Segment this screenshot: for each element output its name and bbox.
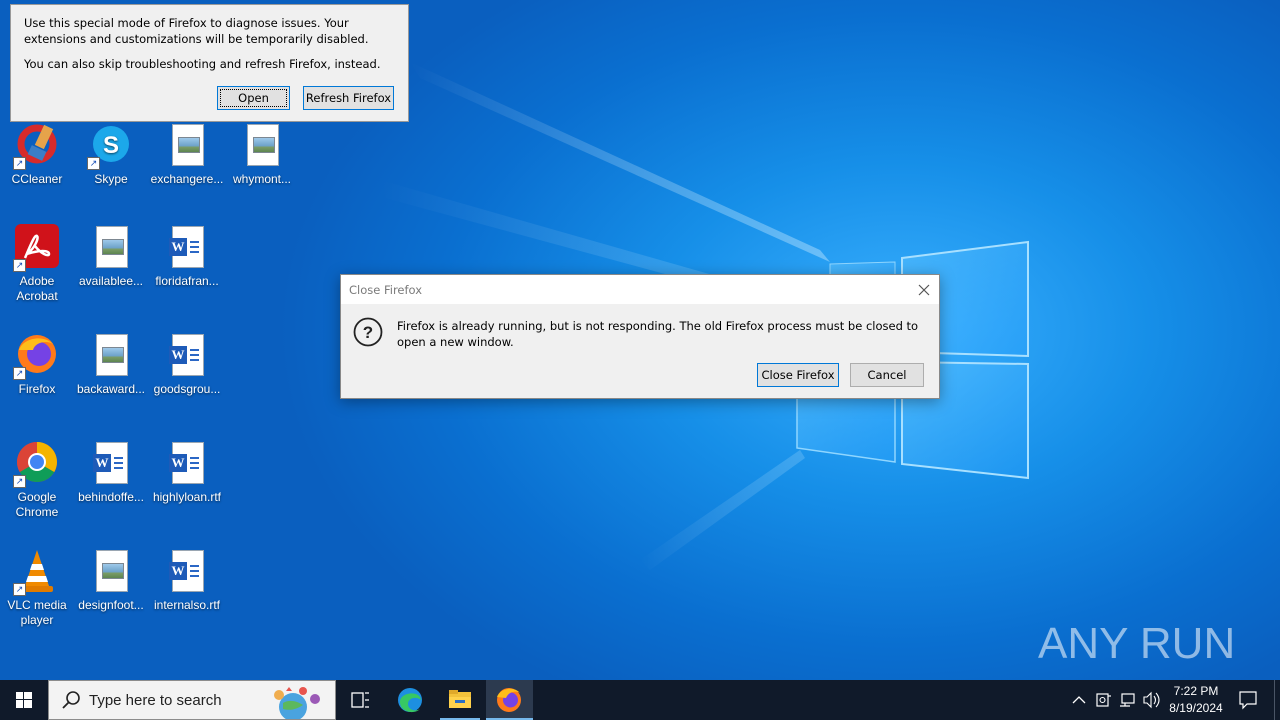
chrome-icon: ↗	[13, 440, 61, 488]
troubleshoot-refresh-hint: You can also skip troubleshooting and re…	[24, 57, 381, 71]
image-file-icon	[163, 122, 211, 170]
word-file-icon: W	[163, 440, 211, 488]
clock[interactable]: 7:22 PM 8/19/2024	[1164, 680, 1228, 720]
desktop-icon-label: goodsgrou...	[153, 382, 221, 396]
cancel-button[interactable]: Cancel	[850, 363, 924, 387]
device-icon	[1096, 693, 1111, 707]
edge-icon	[398, 688, 422, 713]
firefox-icon: ↗	[13, 332, 61, 380]
notification-icon	[1239, 691, 1257, 710]
file-explorer-icon	[449, 690, 471, 708]
svg-text:?: ?	[363, 323, 373, 342]
desktop-icon-label: VLC media player	[7, 598, 67, 627]
desktop-icon-adobe-acrobat[interactable]: ↗ Adobe Acrobat	[0, 224, 75, 304]
task-view-icon	[351, 692, 369, 708]
taskbar: Type here to search 7:22 PM 8/19/2024	[0, 680, 1280, 720]
desktop-icon-label: designfoot...	[78, 598, 144, 612]
network-button[interactable]	[1116, 680, 1138, 720]
windows-icon	[16, 692, 32, 708]
desktop-icon-floridafran[interactable]: W floridafran...	[149, 224, 225, 289]
open-button[interactable]: Open	[217, 86, 290, 110]
dialog-title: Close Firefox	[349, 283, 423, 297]
clock-time: 7:22 PM	[1173, 684, 1219, 698]
volume-icon	[1143, 691, 1160, 709]
desktop-icon-whymont[interactable]: whymont...	[224, 122, 300, 187]
desktop-icon-label: behindoffe...	[78, 490, 144, 504]
desktop-icon-exchangere[interactable]: exchangere...	[149, 122, 225, 187]
desktop-icon-label: highlyloan.rtf	[152, 490, 222, 504]
question-icon: ?	[353, 317, 383, 347]
desktop-icon-internalso[interactable]: W internalso.rtf	[149, 548, 225, 613]
desktop-icon-designfoot[interactable]: designfoot...	[73, 548, 149, 613]
search-highlight-icon	[274, 687, 320, 719]
image-file-icon	[238, 122, 286, 170]
task-view-button[interactable]	[336, 680, 384, 720]
desktop-icon-label: Firefox	[18, 382, 56, 396]
word-file-icon: W	[163, 332, 211, 380]
troubleshoot-description: Use this special mode of Firefox to diag…	[24, 16, 369, 46]
image-file-icon	[87, 332, 135, 380]
edge-taskbar-button[interactable]	[386, 680, 434, 720]
desktop-icon-backaward[interactable]: backaward...	[73, 332, 149, 397]
desktop-icon-label: CCleaner	[11, 172, 63, 186]
firefox-taskbar-button[interactable]	[486, 680, 533, 720]
desktop-icon-label: Skype	[94, 172, 128, 186]
start-button[interactable]	[0, 680, 48, 720]
dialog-titlebar[interactable]: Close Firefox	[341, 275, 939, 304]
search-icon	[62, 691, 80, 709]
desktop-icon-behindoffe[interactable]: W behindoffe...	[73, 440, 149, 505]
close-icon	[918, 284, 930, 296]
network-icon	[1120, 693, 1135, 707]
dialog-message: Firefox is already running, but is not r…	[397, 319, 919, 349]
taskbar-search-box[interactable]: Type here to search	[48, 680, 336, 720]
vlc-icon: ↗	[13, 548, 61, 596]
volume-button[interactable]	[1140, 680, 1162, 720]
desktop-icon-label: Adobe Acrobat	[16, 274, 58, 303]
desktop-icon-ccleaner[interactable]: ↗ CCleaner	[0, 122, 75, 187]
skype-icon: S ↗	[87, 122, 135, 170]
close-firefox-dialog: Close Firefox ? Firefox is already runni…	[340, 274, 940, 399]
desktop-icon-highlyloan[interactable]: W highlyloan.rtf	[149, 440, 225, 505]
clock-date: 8/19/2024	[1169, 701, 1223, 715]
desktop-icon-vlc[interactable]: ↗ VLC media player	[0, 548, 75, 628]
word-file-icon: W	[163, 548, 211, 596]
anyrun-watermark: ANY RUN	[1038, 619, 1235, 668]
acrobat-icon: ↗	[13, 224, 61, 272]
dialog-close-button[interactable]	[909, 275, 939, 304]
tray-device-button[interactable]	[1092, 680, 1114, 720]
word-file-icon: W	[163, 224, 211, 272]
desktop-icon-google-chrome[interactable]: ↗ Google Chrome	[0, 440, 75, 520]
watermark-text: ANY RUN	[1038, 619, 1235, 668]
action-center-button[interactable]	[1234, 680, 1262, 720]
desktop-icon-label: backaward...	[76, 382, 146, 396]
file-explorer-taskbar-button[interactable]	[436, 680, 484, 720]
desktop-icon-label: internalso.rtf	[153, 598, 221, 612]
search-placeholder: Type here to search	[89, 692, 222, 709]
firefox-icon	[497, 688, 521, 712]
svg-text:S: S	[103, 132, 119, 159]
image-file-icon	[87, 224, 135, 272]
show-hidden-icons-button[interactable]	[1068, 680, 1090, 720]
desktop-icon-skype[interactable]: S ↗ Skype	[73, 122, 149, 187]
desktop-icon-label: whymont...	[232, 172, 292, 186]
ccleaner-icon: ↗	[13, 122, 61, 170]
chevron-up-icon	[1072, 696, 1086, 704]
troubleshoot-mode-popup: Use this special mode of Firefox to diag…	[10, 4, 409, 122]
desktop-icon-label: availablee...	[78, 274, 144, 288]
desktop-icon-firefox[interactable]: ↗ Firefox	[0, 332, 75, 397]
image-file-icon	[87, 548, 135, 596]
desktop-icon-label: floridafran...	[155, 274, 219, 288]
desktop-icon-goodsgrou[interactable]: W goodsgrou...	[149, 332, 225, 397]
close-firefox-button[interactable]: Close Firefox	[757, 363, 839, 387]
desktop-icon-label: exchangere...	[150, 172, 224, 186]
desktop-icon-label: Google Chrome	[15, 490, 59, 519]
desktop-icon-availablee[interactable]: availablee...	[73, 224, 149, 289]
word-file-icon: W	[87, 440, 135, 488]
show-desktop-button[interactable]	[1274, 680, 1280, 720]
refresh-firefox-button[interactable]: Refresh Firefox	[303, 86, 394, 110]
